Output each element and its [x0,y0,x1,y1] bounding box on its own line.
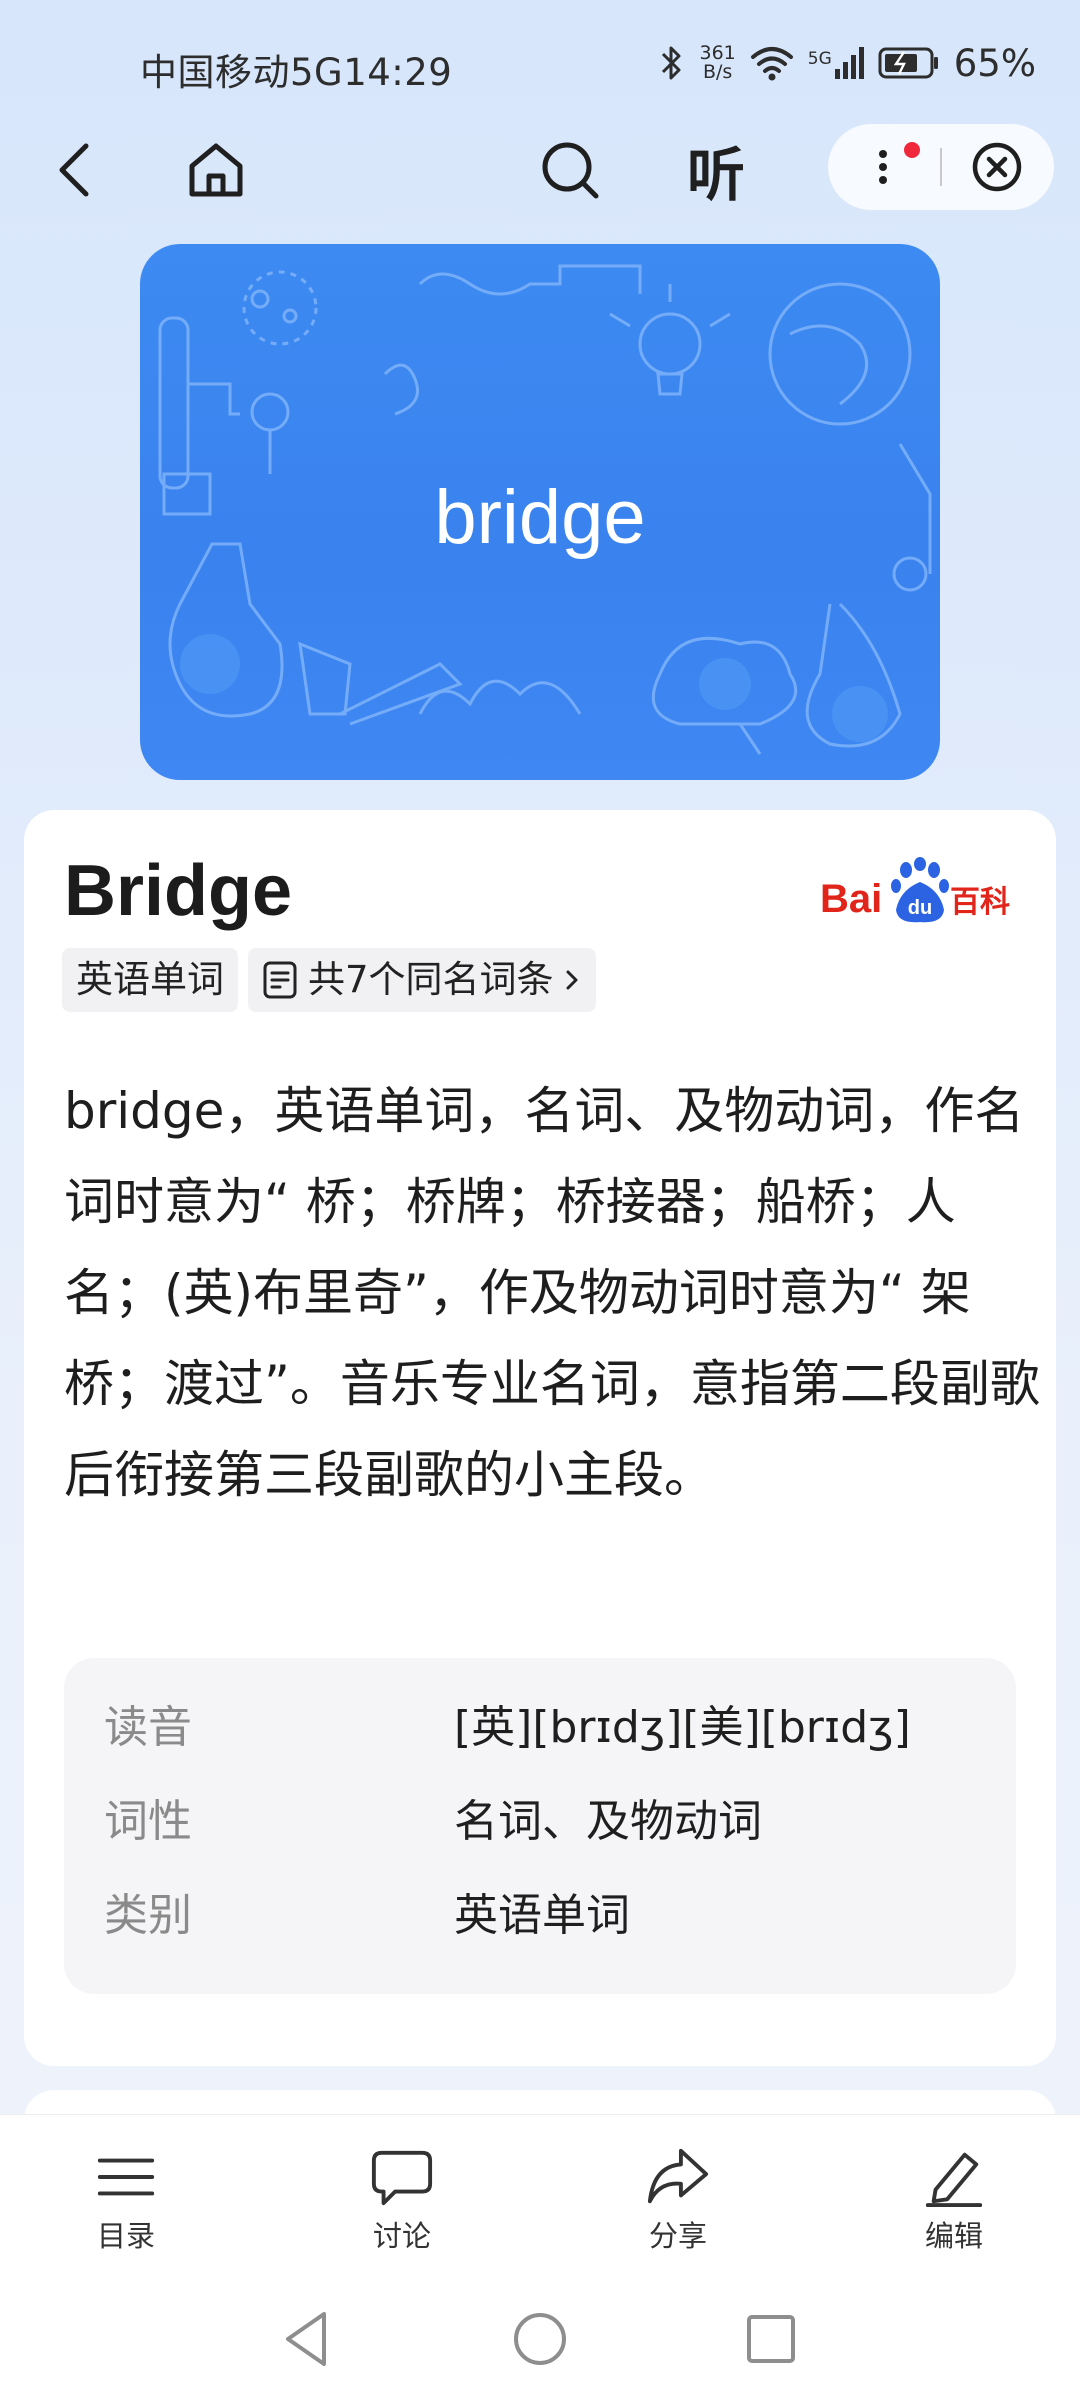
bluetooth-icon [662,46,681,80]
category-tag-label: 英语单词 [76,958,224,1001]
edit-label: 编辑 [924,2219,983,2253]
home-icon [189,143,243,197]
info-value: 英语单词 [454,1890,630,1941]
nav-back-icon[interactable] [276,2306,342,2372]
listen-label: 听 [686,141,745,209]
signal-label: 5G [807,49,832,69]
search-button[interactable] [520,120,620,220]
back-button[interactable] [26,120,126,220]
bottom-toolbar: 目录 讨论 分享 编辑 [0,2114,1080,2284]
homonym-entries-label: 共7个同名词条 [308,958,554,1001]
info-label: 读音 [104,1702,192,1753]
baidu-baike-logo[interactable]: Bai du 百科 [820,856,1020,930]
share-icon [647,2148,709,2204]
notification-dot [904,142,920,158]
logo-text-right: 百科 [950,885,1010,920]
document-list-icon [263,961,297,999]
listen-button[interactable]: 听 [666,120,766,220]
battery-icon [878,47,938,79]
discussion-button[interactable]: 讨论 [332,2145,472,2255]
battery-percentage: 65% [953,41,1036,85]
edit-icon [925,2152,983,2208]
home-button[interactable] [166,120,266,220]
logo-text-left: Bai [820,877,882,921]
net-speed-unit: B/s [702,61,733,83]
logo-text-mid: du [908,897,932,919]
info-row-category: 类别 英语单词 [104,1876,630,1946]
wifi-icon [750,47,793,81]
catalog-button[interactable]: 目录 [56,2145,196,2255]
entry-summary-card: Bridge Bai du 百科 英语单词 共7个同名词条 bridge，英语单… [24,810,1056,2066]
entry-banner-image[interactable]: bridge [140,244,940,780]
info-row-pronunciation: 读音 [英][brɪdʒ][美][brɪdʒ] [104,1688,911,1758]
catalog-icon [97,2158,155,2196]
system-navigation-bar [0,2284,1080,2400]
back-arrow-icon [59,143,89,197]
chevron-right-icon [566,970,578,990]
mini-app-capsule [828,124,1054,210]
more-vertical-icon [879,150,887,184]
more-button[interactable] [854,138,912,196]
entry-description: bridge，英语单词，名词、及物动词，作名词时意为“ 桥；桥牌；桥接器；船桥；… [64,1082,1040,1504]
status-right: 361 B/s 5G 65% [659,38,1036,88]
category-tag[interactable]: 英语单词 [62,948,238,1012]
entry-tags: 英语单词 共7个同名词条 [62,948,596,1012]
info-label: 类别 [104,1890,192,1941]
banner-word: bridge [434,474,646,560]
discussion-icon [371,2150,433,2206]
info-value: [英][brɪdʒ][美][brɪdʒ] [454,1702,911,1753]
share-button[interactable]: 分享 [608,2145,748,2255]
discussion-label: 讨论 [372,2219,431,2253]
info-label: 词性 [104,1796,192,1847]
info-value: 名词、及物动词 [454,1796,762,1847]
nav-home-icon[interactable] [507,2306,573,2372]
share-label: 分享 [648,2219,707,2253]
capsule-divider [940,148,942,186]
status-bar: 中国移动5G14:29 361 B/s 5G 65% [0,0,1080,130]
info-row-part-of-speech: 词性 名词、及物动词 [104,1782,762,1852]
close-button[interactable] [968,138,1026,196]
homonym-entries-link[interactable]: 共7个同名词条 [248,948,596,1012]
status-left: 中国移动5G14:29 [140,42,452,96]
status-time: 14:29 [343,51,453,94]
catalog-label: 目录 [96,2219,155,2253]
search-icon [542,142,599,199]
basic-info-table: 读音 [英][brɪdʒ][美][brɪdʒ] 词性 名词、及物动词 类别 英语… [64,1658,1016,1994]
close-circle-icon [972,142,1022,192]
carrier-label: 中国移动5G [140,51,344,94]
net-speed: 361 B/s [699,44,735,82]
signal-icon: 5G [808,47,864,79]
top-navigation: 听 [0,120,1080,220]
entry-title: Bridge [64,851,293,931]
nav-recents-icon[interactable] [738,2306,804,2372]
edit-button[interactable]: 编辑 [884,2145,1024,2255]
